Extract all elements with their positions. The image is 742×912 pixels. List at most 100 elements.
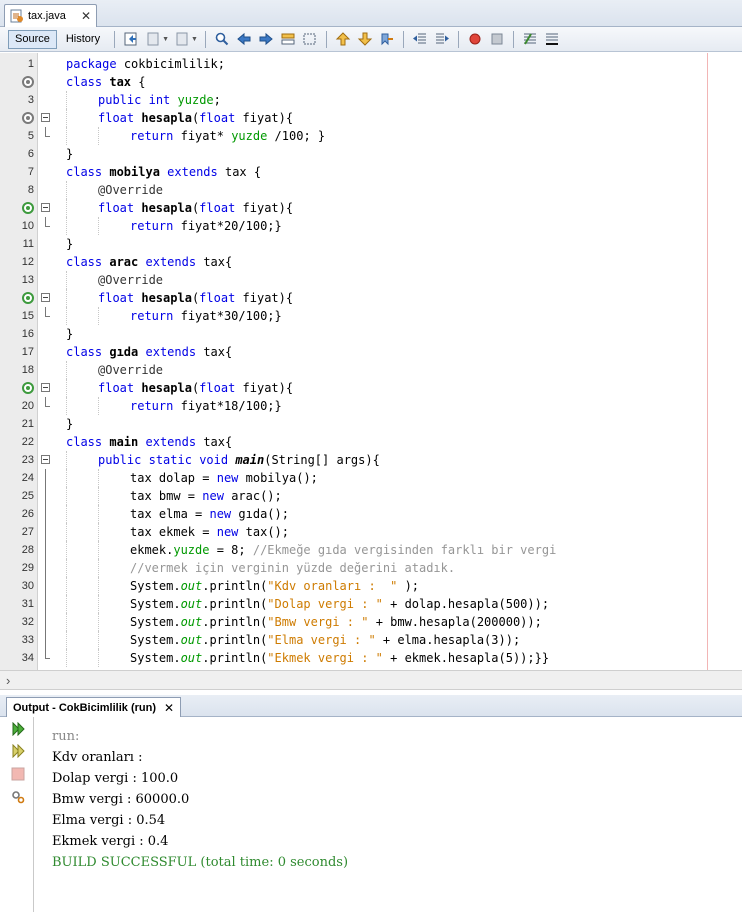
code-line[interactable]: 4float hesapla(float fiyat){ <box>0 109 742 127</box>
line-number: 20 <box>21 400 34 412</box>
code-editor[interactable]: 1package cokbicimlilik;2class tax {3publ… <box>0 53 742 670</box>
is-overridden-icon[interactable] <box>22 112 34 124</box>
fold-toggle-icon[interactable] <box>41 203 50 212</box>
code-line[interactable]: 6} <box>0 145 742 163</box>
code-text: tax elma = new gıda(); <box>130 505 289 523</box>
code-line[interactable]: 22 class main extends tax{ <box>0 433 742 451</box>
code-line[interactable]: 34 System.out.println("Ekmek vergi : " + … <box>0 649 742 667</box>
shift-line-right-icon[interactable] <box>433 30 451 48</box>
code-text: System.out.println("Elma vergi : " + elm… <box>130 631 520 649</box>
back-icon[interactable] <box>144 30 162 48</box>
code-line[interactable]: 29 //vermek için verginin yüzde değerini … <box>0 559 742 577</box>
back-dropdown-icon[interactable]: ▼ <box>162 36 169 43</box>
code-token: fiyat*20/100;} <box>180 219 282 233</box>
toolbar-separator <box>402 30 404 48</box>
code-line[interactable]: 10 return fiyat*20/100;} <box>0 217 742 235</box>
output-tab-strip: Output - CokBicimlilik (run) ✕ <box>0 695 742 717</box>
overrides-method-icon[interactable] <box>22 202 34 214</box>
code-line[interactable]: 14float hesapla(float fiyat){ <box>0 289 742 307</box>
indent-guide <box>66 523 67 541</box>
shift-line-left-icon[interactable] <box>411 30 429 48</box>
find-next-icon[interactable] <box>257 30 275 48</box>
code-line[interactable]: 25 tax bmw = new arac(); <box>0 487 742 505</box>
fold-toggle-icon[interactable] <box>41 383 50 392</box>
code-line[interactable]: 28 ekmek.yuzde = 8; //Ekmeğe gıda vergisi… <box>0 541 742 559</box>
is-overridden-icon[interactable] <box>22 76 34 88</box>
code-line[interactable]: 7 class mobilya extends tax { <box>0 163 742 181</box>
code-line[interactable]: 27 tax ekmek = new tax(); <box>0 523 742 541</box>
code-line[interactable]: 17 class gıda extends tax{ <box>0 343 742 361</box>
code-line[interactable]: 26 tax elma = new gıda(); <box>0 505 742 523</box>
code-token: arac(); <box>231 489 282 503</box>
code-line[interactable]: 21} <box>0 415 742 433</box>
last-edit-icon[interactable] <box>122 30 140 48</box>
toggle-highlight-icon[interactable] <box>279 30 297 48</box>
editor-horizontal-scrollbar[interactable]: › <box>0 670 742 690</box>
stop-icon[interactable] <box>10 766 26 782</box>
toolbar-separator <box>114 30 116 48</box>
forward-icon[interactable] <box>173 30 191 48</box>
code-text: //vermek için verginin yüzde değerini at… <box>130 559 455 577</box>
fold-toggle-icon[interactable] <box>41 455 50 464</box>
code-line[interactable]: 2class tax { <box>0 73 742 91</box>
code-line[interactable]: 16} <box>0 325 742 343</box>
code-text: } <box>66 235 73 253</box>
indent-guide <box>66 91 67 109</box>
rerun-icon[interactable] <box>10 721 26 737</box>
overrides-method-icon[interactable] <box>22 292 34 304</box>
fold-end-marker <box>45 649 50 659</box>
uncomment-icon[interactable] <box>543 30 561 48</box>
code-line[interactable]: 8 @Override <box>0 181 742 199</box>
line-number: 28 <box>21 544 34 556</box>
close-output-tab-icon[interactable]: ✕ <box>164 701 174 715</box>
code-line[interactable]: 32 System.out.println("Bmw vergi : " + bm… <box>0 613 742 631</box>
indent-guide <box>66 217 67 235</box>
code-line[interactable]: 18 @Override <box>0 361 742 379</box>
source-view-button[interactable]: Source <box>8 29 57 49</box>
history-view-button[interactable]: History <box>61 30 105 49</box>
start-macro-recording-icon[interactable] <box>466 30 484 48</box>
code-line[interactable]: 15 return fiyat*30/100;} <box>0 307 742 325</box>
settings-icon[interactable] <box>10 789 26 805</box>
overrides-method-icon[interactable] <box>22 382 34 394</box>
chevron-right-icon[interactable]: › <box>6 673 10 688</box>
indent-guide <box>98 631 99 649</box>
code-line[interactable]: 13 @Override <box>0 271 742 289</box>
toggle-rectangular-selection-icon[interactable] <box>301 30 319 48</box>
code-line[interactable]: 5 return fiyat* yuzde /100; } <box>0 127 742 145</box>
indent-guide <box>98 559 99 577</box>
code-line[interactable]: 33 System.out.println("Elma vergi : " + e… <box>0 631 742 649</box>
fold-toggle-icon[interactable] <box>41 293 50 302</box>
line-number: 32 <box>21 616 34 628</box>
code-line[interactable]: 9float hesapla(float fiyat){ <box>0 199 742 217</box>
code-lines[interactable]: 1package cokbicimlilik;2class tax {3publ… <box>0 55 742 667</box>
next-bookmark-icon[interactable] <box>356 30 374 48</box>
fold-toggle-icon[interactable] <box>41 113 50 122</box>
code-line[interactable]: 1 package cokbicimlilik; <box>0 55 742 73</box>
code-token: cokbicimlilik; <box>123 57 225 71</box>
code-token: = 8; <box>216 543 246 557</box>
code-line[interactable]: 11} <box>0 235 742 253</box>
output-tab[interactable]: Output - CokBicimlilik (run) ✕ <box>6 697 182 717</box>
code-line[interactable]: 19float hesapla(float fiyat){ <box>0 379 742 397</box>
code-line[interactable]: 24 tax dolap = new mobilya(); <box>0 469 742 487</box>
output-console[interactable]: run: Kdv oranları : Dolap vergi : 100.0 Bmw… <box>52 726 348 873</box>
toggle-bookmark-icon[interactable] <box>378 30 396 48</box>
code-line[interactable]: 20 return fiyat*18/100;} <box>0 397 742 415</box>
toolbar-separator <box>325 30 327 48</box>
code-line[interactable]: 30 System.out.println("Kdv oranları : " )… <box>0 577 742 595</box>
close-tab-icon[interactable]: ✕ <box>81 9 91 23</box>
code-line[interactable]: 3 public int yuzde; <box>0 91 742 109</box>
comment-icon[interactable] <box>521 30 539 48</box>
find-previous-icon[interactable] <box>235 30 253 48</box>
code-line[interactable]: 31 System.out.println("Dolap vergi : " + … <box>0 595 742 613</box>
code-line[interactable]: 23 public static void main(String[] args)… <box>0 451 742 469</box>
file-tab-tax-java[interactable]: tax.java ✕ <box>4 4 97 27</box>
find-icon[interactable] <box>213 30 231 48</box>
code-token: } <box>66 237 74 251</box>
forward-dropdown-icon[interactable]: ▼ <box>191 36 198 43</box>
stop-macro-recording-icon[interactable] <box>488 30 506 48</box>
code-line[interactable]: 12 class arac extends tax{ <box>0 253 742 271</box>
previous-bookmark-icon[interactable] <box>334 30 352 48</box>
rerun-with-options-icon[interactable] <box>10 743 26 759</box>
